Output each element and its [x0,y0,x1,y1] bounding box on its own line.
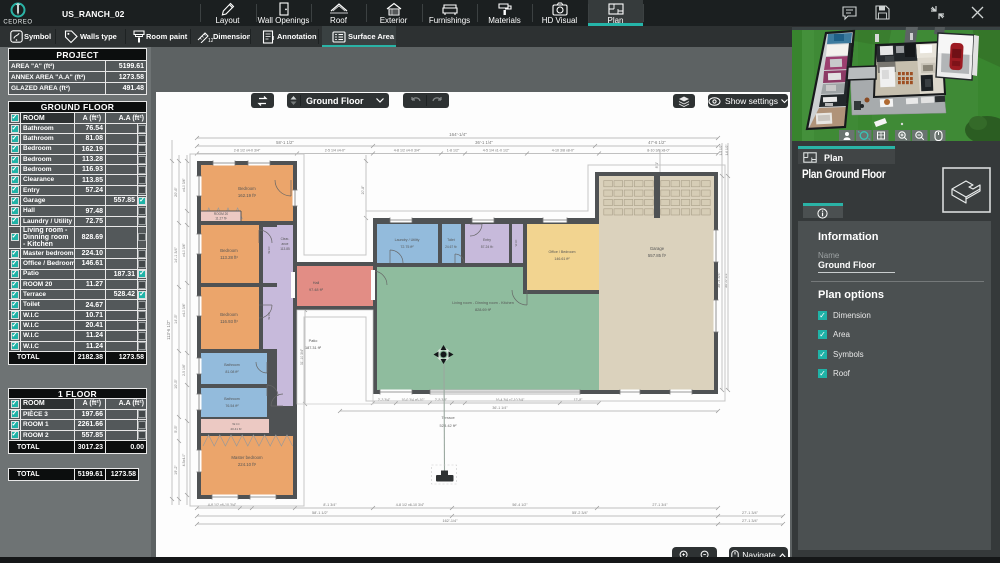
svg-text:8'-1 3/4": 8'-1 3/4" [323,503,337,507]
svg-text:Hall: Hall [313,281,320,285]
svg-text:162.19 ft²: 162.19 ft² [238,193,257,198]
svg-text:Bedroom: Bedroom [220,248,238,253]
svg-text:14'-5": 14'-5" [174,314,178,324]
svg-text:Master bedroom: Master bedroom [231,455,263,460]
svg-text:Office / Bedroom: Office / Bedroom [549,250,576,254]
svg-text:Toilet: Toilet [447,238,455,242]
svg-text:116.93 ft²: 116.93 ft² [220,319,238,324]
svg-text:557.85 ft²: 557.85 ft² [648,253,667,258]
svg-text:4-8 1/2 x4-0 3/4": 4-8 1/2 x4-0 3/4" [394,149,421,153]
svg-text:Living room - Dinning room - K: Living room - Dinning room - Kitchen [452,301,514,305]
svg-text:8-10 3/8 x8-0": 8-10 3/8 x8-0" [647,149,670,153]
svg-text:27'-1 3/4": 27'-1 3/4" [652,503,668,507]
svg-text:4-5x4-0": 4-5x4-0" [182,453,186,466]
svg-text:58'-1 1/2": 58'-1 1/2" [312,511,329,515]
svg-text:Clear-: Clear- [281,237,290,241]
svg-text:56'-4 1/2": 56'-4 1/2" [512,503,528,507]
svg-text:36'-1 1/4": 36'-1 1/4" [492,406,508,410]
svg-text:Bathroom: Bathroom [224,397,240,401]
svg-text:W.I.C: W.I.C [267,246,271,254]
svg-text:57.24 ft²: 57.24 ft² [481,245,494,249]
svg-text:14'-1 3/4": 14'-1 3/4" [174,246,178,263]
svg-text:58'-1 1/2": 58'-1 1/2" [276,140,294,145]
svg-text:528.42 ft²: 528.42 ft² [440,423,458,428]
svg-text:x4-0 3/4": x4-0 3/4" [182,242,186,256]
svg-text:27'-1 3/4": 27'-1 3/4" [742,519,759,523]
svg-text:24.67 ft²: 24.67 ft² [445,245,457,249]
svg-text:4-5 1/4 x1-0 1/2": 4-5 1/4 x1-0 1/2" [483,149,510,153]
svg-text:20'-6": 20'-6" [174,187,178,197]
svg-text:x4-0 3/4": x4-0 3/4" [182,302,186,316]
svg-text:Laundry / Utility: Laundry / Utility [395,238,420,242]
svg-text:76.54 ft²: 76.54 ft² [225,404,239,408]
svg-text:72.75 ft²: 72.75 ft² [400,245,414,249]
svg-text:224.10 ft²: 224.10 ft² [238,462,257,467]
svg-text:Bedroom: Bedroom [220,312,238,317]
svg-text:2-8 1/2 x4-0 3/4": 2-8 1/2 x4-0 3/4" [234,149,261,153]
svg-text:828.69 ft²: 828.69 ft² [475,308,492,312]
svg-text:4-10 3/8 x8-0": 4-10 3/8 x8-0" [552,149,575,153]
svg-text:Entry: Entry [483,238,491,242]
svg-text:2-5 1/4": 2-5 1/4" [182,363,186,376]
svg-text:Bedroom: Bedroom [238,186,256,191]
svg-text:113'-6 1/2": 113'-6 1/2" [166,320,171,340]
svg-text:Bathroom: Bathroom [224,363,240,367]
svg-text:97.48 ft²: 97.48 ft² [309,288,324,292]
svg-text:20.41 ft²: 20.41 ft² [230,427,241,431]
svg-text:187.31 ft²: 187.31 ft² [305,346,322,350]
svg-text:162'-1/4": 162'-1/4" [443,519,459,523]
svg-text:19'-2": 19'-2" [174,465,178,475]
svg-text:ance: ance [282,242,289,246]
svg-text:55'-2 3/4": 55'-2 3/4" [572,511,589,515]
svg-text:31'-10 3/4": 31'-10 3/4" [300,348,304,365]
svg-text:11.27 ft²: 11.27 ft² [215,217,226,221]
svg-text:1-6 1/2": 1-6 1/2" [725,144,729,155]
svg-text:1-8 1/2": 1-8 1/2" [447,149,460,153]
svg-text:5'-5": 5'-5" [174,425,178,433]
svg-text:ROOM 20: ROOM 20 [214,212,229,216]
svg-text:W.I.C: W.I.C [267,312,271,320]
svg-text:27'-1 3/4": 27'-1 3/4" [742,511,759,515]
svg-text:146.61 ft²: 146.61 ft² [554,257,570,261]
svg-text:10'-5": 10'-5" [174,379,178,389]
svg-text:2-5 1/4 x4-0": 2-5 1/4 x4-0" [325,149,346,153]
svg-text:47'-6 1/2": 47'-6 1/2" [648,140,666,145]
svg-text:164'-1/4": 164'-1/4" [449,132,467,137]
svg-text:4-8 1/2 x6-10 3/4": 4-8 1/2 x6-10 3/4" [396,503,425,507]
svg-text:Garage: Garage [650,246,665,251]
svg-text:20'-8": 20'-8" [361,185,365,194]
svg-text:Terrace: Terrace [441,415,455,420]
svg-text:1-4 1/2": 1-4 1/2" [719,144,723,155]
svg-text:W.I.C: W.I.C [232,422,240,426]
svg-text:113.85: 113.85 [280,247,290,251]
svg-text:Patio: Patio [309,339,318,343]
svg-text:W.I.C: W.I.C [514,240,518,247]
svg-text:81.08 ft²: 81.08 ft² [225,370,239,374]
svg-text:113.28 ft²: 113.28 ft² [220,255,238,260]
svg-text:x4-0 3/4": x4-0 3/4" [182,177,186,191]
svg-text:CEDREO: CEDREO [3,20,32,26]
svg-text:36'-1 1/4": 36'-1 1/4" [475,140,493,145]
